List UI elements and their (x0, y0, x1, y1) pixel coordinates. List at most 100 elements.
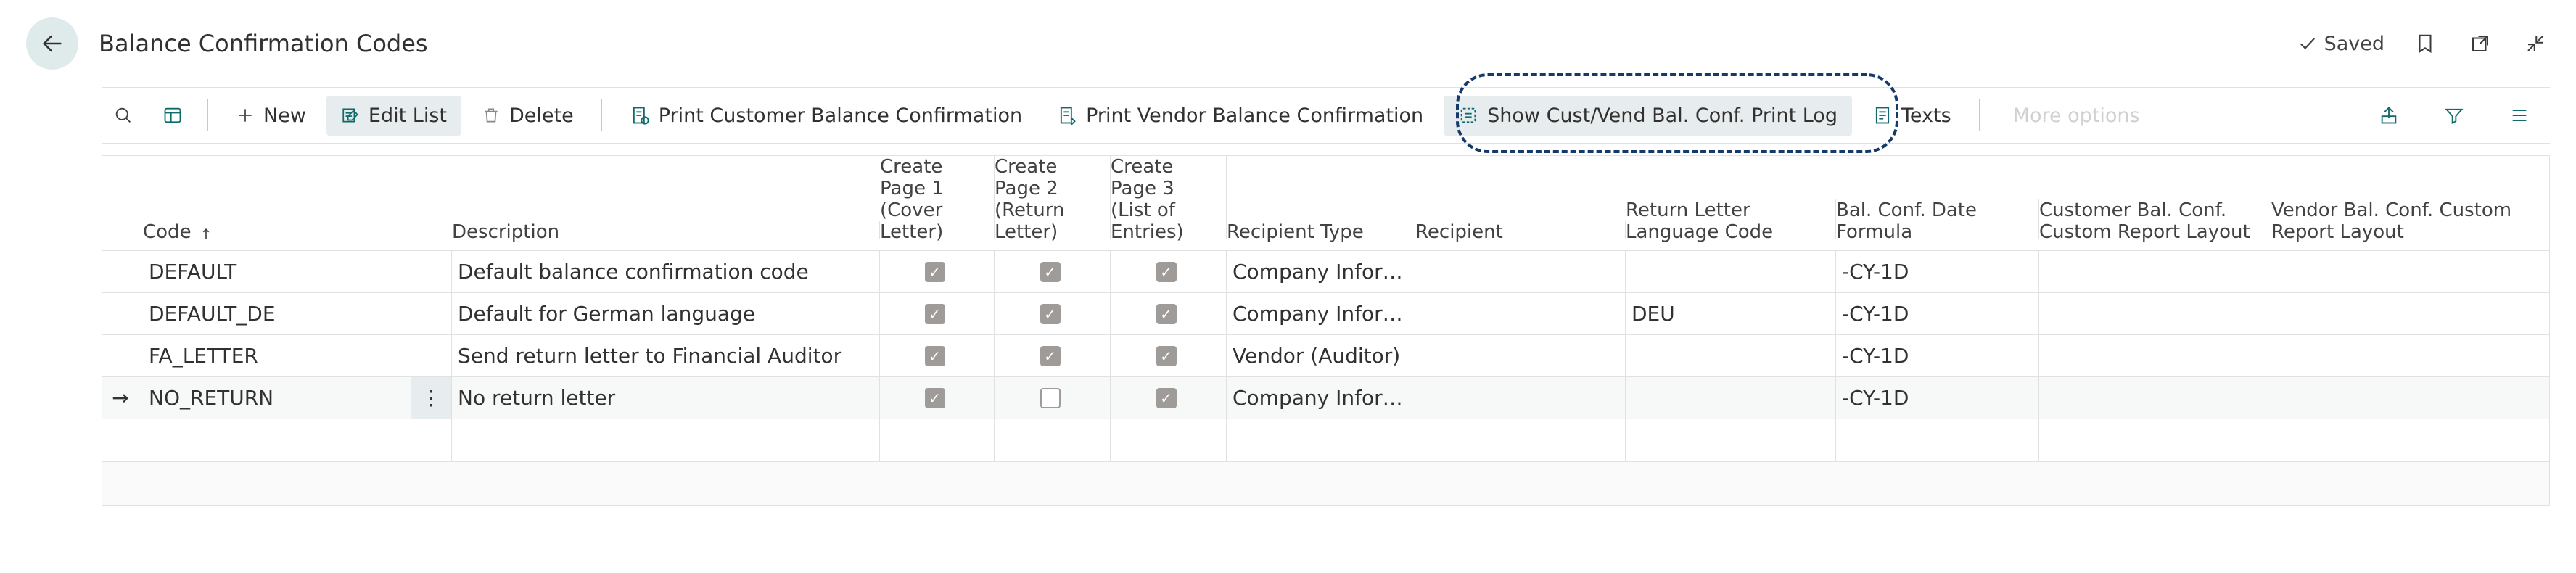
checkbox-checked-icon[interactable]: ✓ (925, 388, 945, 408)
cell-lang[interactable]: DEU (1626, 293, 1836, 334)
cell-description[interactable]: Default balance confirmation code (452, 251, 880, 292)
cell-page2[interactable] (995, 377, 1111, 419)
col-header-page2[interactable]: Create Page 2 (Return Letter) (995, 156, 1111, 243)
checkbox-checked-icon[interactable]: ✓ (1156, 262, 1177, 282)
checkbox-checked-icon[interactable]: ✓ (1040, 304, 1061, 324)
col-header-code[interactable]: Code ↑ (143, 221, 411, 243)
col-header-description[interactable]: Description (452, 221, 880, 243)
search-button[interactable] (102, 96, 145, 134)
cell-page2[interactable]: ✓ (995, 251, 1111, 292)
cell-cust-layout[interactable] (2039, 251, 2271, 292)
cell-date-formula[interactable]: -CY-1D (1836, 293, 2039, 334)
checkbox-checked-icon[interactable]: ✓ (1156, 346, 1177, 366)
checkbox-checked-icon[interactable]: ✓ (1040, 346, 1061, 366)
grid-header-row: Code ↑ Description Create Page 1 (Cover … (102, 156, 2549, 251)
current-row-arrow-icon: → (112, 386, 128, 410)
back-button[interactable] (26, 17, 78, 70)
col-header-date-formula[interactable]: Bal. Conf. Date Formula (1836, 199, 2039, 243)
cell-cust-layout[interactable] (2039, 293, 2271, 334)
cell-page3[interactable]: ✓ (1111, 251, 1227, 292)
cell-recipient-type[interactable]: Company Infor… (1227, 377, 1415, 419)
cell-lang[interactable] (1626, 335, 1836, 376)
cell-code[interactable]: DEFAULT_DE (143, 293, 411, 334)
cell-description[interactable]: Send return letter to Financial Auditor (452, 335, 880, 376)
cell-cust-layout[interactable] (2039, 335, 2271, 376)
col-header-label: Description (452, 221, 559, 243)
checkbox-unchecked-icon[interactable] (1040, 388, 1061, 408)
cell-vend-layout[interactable] (2271, 251, 2549, 292)
checkbox-checked-icon[interactable]: ✓ (925, 346, 945, 366)
cell-page1[interactable]: ✓ (880, 377, 995, 419)
cell-description[interactable]: No return letter (452, 377, 880, 419)
col-header-page1[interactable]: Create Page 1 (Cover Letter) (880, 156, 995, 243)
col-header-lang[interactable]: Return Letter Language Code (1626, 199, 1836, 243)
checkbox-checked-icon[interactable]: ✓ (925, 262, 945, 282)
show-print-log-label: Show Cust/Vend Bal. Conf. Print Log (1487, 104, 1838, 127)
cell-recipient-type[interactable]: Company Infor… (1227, 251, 1415, 292)
checkbox-checked-icon[interactable]: ✓ (1040, 262, 1061, 282)
cell-recipient[interactable] (1415, 335, 1626, 376)
pop-out-button[interactable] (2466, 29, 2495, 58)
cell-page3[interactable]: ✓ (1111, 335, 1227, 376)
cell-lang[interactable] (1626, 251, 1836, 292)
checkbox-checked-icon[interactable]: ✓ (925, 304, 945, 324)
col-header-label: Vendor Bal. Conf. Custom Report Layout (2271, 199, 2542, 243)
cell-vend-layout[interactable] (2271, 377, 2549, 419)
cell-page2[interactable]: ✓ (995, 293, 1111, 334)
delete-button[interactable]: Delete (467, 96, 588, 136)
col-header-recipient-type[interactable]: Recipient Type (1227, 221, 1415, 243)
cell-code[interactable]: NO_RETURN (143, 377, 411, 419)
cell-recipient-type[interactable]: Vendor (Auditor) (1227, 335, 1415, 376)
row-menu-button[interactable]: ⋮ (411, 377, 451, 419)
collapse-button[interactable] (2521, 29, 2550, 58)
cell-page1[interactable]: ✓ (880, 335, 995, 376)
table-row[interactable]: FA_LETTER⋮Send return letter to Financia… (102, 335, 2549, 377)
texts-button[interactable]: Texts (1858, 96, 1966, 136)
table-row[interactable]: → NO_RETURN⋮No return letter ✓ ✓ Company Inf… (102, 377, 2549, 419)
show-print-log-button[interactable]: Show Cust/Vend Bal. Conf. Print Log (1444, 96, 1852, 136)
col-header-page3[interactable]: Create Page 3 (List of Entries) (1111, 156, 1227, 243)
new-button[interactable]: New (221, 96, 321, 136)
cell-page3[interactable]: ✓ (1111, 377, 1227, 419)
cell-recipient-type[interactable]: Company Infor… (1227, 293, 1415, 334)
col-header-recipient[interactable]: Recipient (1415, 221, 1626, 243)
cell-date-formula[interactable]: -CY-1D (1836, 251, 2039, 292)
col-header-label: Create Page 3 (List of Entries) (1111, 156, 1219, 243)
cell-cust-layout[interactable] (2039, 377, 2271, 419)
plus-icon (236, 106, 255, 125)
cell-vend-layout[interactable] (2271, 293, 2549, 334)
bookmark-button[interactable] (2411, 29, 2440, 58)
col-header-cust-layout[interactable]: Customer Bal. Conf. Custom Report Layout (2039, 199, 2271, 243)
print-vendor-icon (1057, 105, 1077, 125)
view-options-button[interactable] (151, 96, 194, 134)
cell-recipient[interactable] (1415, 293, 1626, 334)
checkbox-checked-icon[interactable]: ✓ (1156, 388, 1177, 408)
cell-date-formula[interactable]: -CY-1D (1836, 377, 2039, 419)
table-row[interactable]: DEFAULT⋮Default balance confirmation cod… (102, 251, 2549, 293)
cell-page2[interactable]: ✓ (995, 335, 1111, 376)
cell-code[interactable]: FA_LETTER (143, 335, 411, 376)
table-row[interactable]: DEFAULT_DE⋮Default for German language✓✓… (102, 293, 2549, 335)
share-button[interactable] (2367, 96, 2411, 134)
cell-page1[interactable]: ✓ (880, 293, 995, 334)
table-row[interactable] (102, 419, 2549, 461)
cell-recipient[interactable] (1415, 377, 1626, 419)
cell-page1[interactable]: ✓ (880, 251, 995, 292)
col-header-label: Create Page 1 (Cover Letter) (880, 156, 987, 243)
cell-date-formula[interactable]: -CY-1D (1836, 335, 2039, 376)
print-customer-button[interactable]: Print Customer Balance Confirmation (615, 96, 1037, 136)
more-options-label: More options (2013, 104, 2140, 127)
filter-button[interactable] (2432, 96, 2476, 134)
cell-vend-layout[interactable] (2271, 335, 2549, 376)
checkbox-checked-icon[interactable]: ✓ (1156, 304, 1177, 324)
print-vendor-button[interactable]: Print Vendor Balance Confirmation (1042, 96, 1438, 136)
more-options-button[interactable]: More options (1999, 96, 2155, 136)
edit-list-button[interactable]: Edit List (326, 96, 461, 136)
cell-code[interactable]: DEFAULT (143, 251, 411, 292)
cell-page3[interactable]: ✓ (1111, 293, 1227, 334)
cell-description[interactable]: Default for German language (452, 293, 880, 334)
cell-recipient[interactable] (1415, 251, 1626, 292)
col-header-vend-layout[interactable]: Vendor Bal. Conf. Custom Report Layout (2271, 199, 2549, 243)
factbox-toggle-button[interactable] (2498, 96, 2541, 134)
cell-lang[interactable] (1626, 377, 1836, 419)
